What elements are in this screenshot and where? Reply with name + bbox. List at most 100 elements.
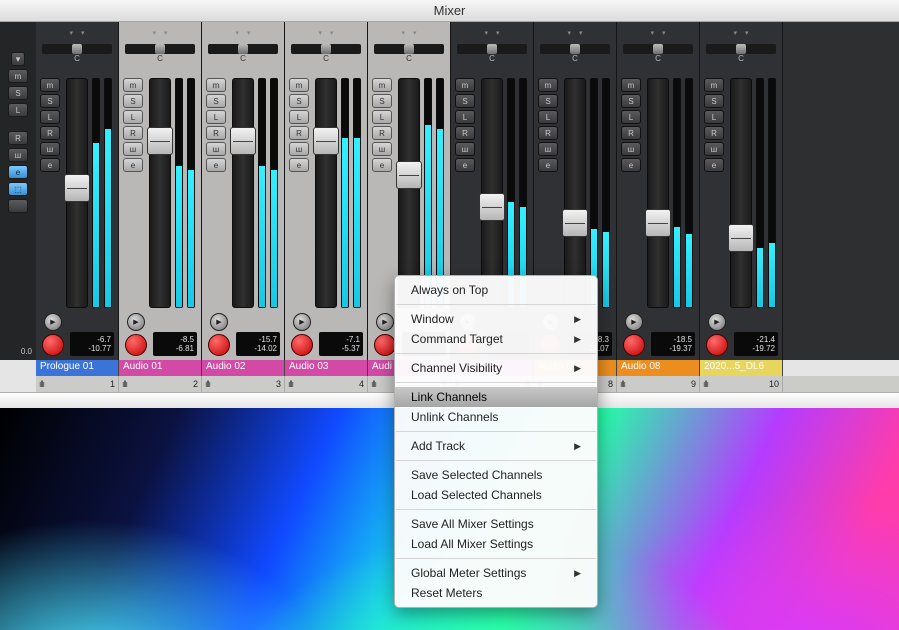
channel-strip[interactable]: C mSLRшe ▶ -6.7 -10.77 <box>36 22 119 360</box>
sidebar-listen[interactable]: L <box>8 103 28 117</box>
channel-btn-l[interactable]: L <box>40 110 60 124</box>
volume-fader[interactable] <box>647 78 669 308</box>
fader-handle[interactable] <box>230 127 256 155</box>
sidebar-extra[interactable] <box>8 199 28 213</box>
channel-btn-e[interactable]: e <box>40 158 60 172</box>
track-index[interactable]: ıllı9 <box>617 376 700 392</box>
sidebar-read[interactable]: R <box>8 131 28 145</box>
fader-handle[interactable] <box>147 127 173 155</box>
channel-top-dropdown[interactable] <box>700 22 782 44</box>
channel-btn-ш[interactable]: ш <box>704 142 724 156</box>
sidebar-dropdown[interactable]: ▾ <box>11 52 25 66</box>
record-enable[interactable] <box>706 334 728 356</box>
volume-fader[interactable] <box>564 78 586 308</box>
menu-item[interactable]: Unlink Channels <box>395 407 597 427</box>
channel-top-dropdown[interactable] <box>119 22 201 44</box>
channel-btn-s[interactable]: S <box>40 94 60 108</box>
menu-item[interactable]: Global Meter Settings▶ <box>395 563 597 583</box>
volume-fader[interactable] <box>315 78 337 308</box>
menu-item[interactable]: Load Selected Channels <box>395 485 597 505</box>
pan-slider[interactable] <box>457 44 527 54</box>
track-name[interactable]: Prologue 01 <box>36 360 119 376</box>
channel-btn-m[interactable]: m <box>704 78 724 92</box>
menu-item[interactable]: Channel Visibility▶ <box>395 358 597 378</box>
sidebar-solo[interactable]: S <box>8 86 28 100</box>
menu-item[interactable]: Add Track▶ <box>395 436 597 456</box>
track-name[interactable]: 2020...5_DL6 <box>700 360 783 376</box>
channel-btn-r[interactable]: R <box>40 126 60 140</box>
channel-top-dropdown[interactable] <box>368 22 450 44</box>
channel-btn-l[interactable]: L <box>372 110 392 124</box>
channel-btn-s[interactable]: S <box>621 94 641 108</box>
pan-slider[interactable] <box>125 44 195 54</box>
menu-item[interactable]: Link Channels <box>395 387 597 407</box>
channel-btn-l[interactable]: L <box>289 110 309 124</box>
menu-item[interactable]: Save All Mixer Settings <box>395 514 597 534</box>
channel-btn-m[interactable]: m <box>621 78 641 92</box>
pan-slider[interactable] <box>291 44 361 54</box>
track-name[interactable]: Audio 02 <box>202 360 285 376</box>
record-enable[interactable] <box>623 334 645 356</box>
volume-fader[interactable] <box>232 78 254 308</box>
channel-btn-r[interactable]: R <box>206 126 226 140</box>
record-enable[interactable] <box>291 334 313 356</box>
channel-btn-s[interactable]: S <box>704 94 724 108</box>
fader-handle[interactable] <box>645 209 671 237</box>
channel-btn-ш[interactable]: ш <box>372 142 392 156</box>
channel-strip[interactable]: C mSLRшe ▶ -21.4 -19.72 <box>700 22 783 360</box>
pan-slider[interactable] <box>540 44 610 54</box>
channel-btn-ш[interactable]: ш <box>538 142 558 156</box>
channel-btn-s[interactable]: S <box>538 94 558 108</box>
channel-btn-m[interactable]: m <box>372 78 392 92</box>
track-index[interactable]: ıllı2 <box>119 376 202 392</box>
channel-btn-l[interactable]: L <box>123 110 143 124</box>
menu-item[interactable]: Reset Meters <box>395 583 597 603</box>
channel-btn-s[interactable]: S <box>123 94 143 108</box>
menu-item[interactable]: Command Target▶ <box>395 329 597 349</box>
monitor-button[interactable]: ▶ <box>625 313 643 331</box>
volume-fader[interactable] <box>481 78 503 308</box>
track-index[interactable]: ıllı3 <box>202 376 285 392</box>
channel-btn-r[interactable]: R <box>123 126 143 140</box>
channel-btn-m[interactable]: m <box>538 78 558 92</box>
channel-btn-l[interactable]: L <box>621 110 641 124</box>
channel-btn-r[interactable]: R <box>704 126 724 140</box>
fader-handle[interactable] <box>728 224 754 252</box>
track-name[interactable]: Audio 03 <box>285 360 368 376</box>
channel-btn-r[interactable]: R <box>455 126 475 140</box>
track-name[interactable]: Audio 08 <box>617 360 700 376</box>
track-name[interactable]: Audio 01 <box>119 360 202 376</box>
channel-btn-e[interactable]: e <box>289 158 309 172</box>
channel-btn-m[interactable]: m <box>40 78 60 92</box>
channel-btn-l[interactable]: L <box>455 110 475 124</box>
volume-fader[interactable] <box>398 78 420 308</box>
menu-item[interactable]: Load All Mixer Settings <box>395 534 597 554</box>
channel-btn-r[interactable]: R <box>621 126 641 140</box>
channel-btn-l[interactable]: L <box>206 110 226 124</box>
channel-btn-s[interactable]: S <box>206 94 226 108</box>
channel-btn-e[interactable]: e <box>206 158 226 172</box>
window-titlebar[interactable]: Mixer <box>0 0 899 22</box>
monitor-button[interactable]: ▶ <box>210 313 228 331</box>
channel-top-dropdown[interactable] <box>36 22 118 44</box>
channel-btn-m[interactable]: m <box>206 78 226 92</box>
channel-btn-s[interactable]: S <box>455 94 475 108</box>
channel-btn-e[interactable]: e <box>538 158 558 172</box>
sidebar-write[interactable]: ш <box>8 148 28 162</box>
monitor-button[interactable]: ▶ <box>293 313 311 331</box>
volume-fader[interactable] <box>66 78 88 308</box>
pan-slider[interactable] <box>208 44 278 54</box>
sidebar-mute[interactable]: m <box>8 69 28 83</box>
pan-slider[interactable] <box>623 44 693 54</box>
pan-slider[interactable] <box>42 44 112 54</box>
volume-fader[interactable] <box>730 78 752 308</box>
pan-slider[interactable] <box>374 44 444 54</box>
monitor-button[interactable]: ▶ <box>44 313 62 331</box>
volume-fader[interactable] <box>149 78 171 308</box>
channel-top-dropdown[interactable] <box>534 22 616 44</box>
pan-slider[interactable] <box>706 44 776 54</box>
record-enable[interactable] <box>125 334 147 356</box>
channel-btn-m[interactable]: m <box>123 78 143 92</box>
channel-btn-l[interactable]: L <box>704 110 724 124</box>
channel-btn-ш[interactable]: ш <box>40 142 60 156</box>
